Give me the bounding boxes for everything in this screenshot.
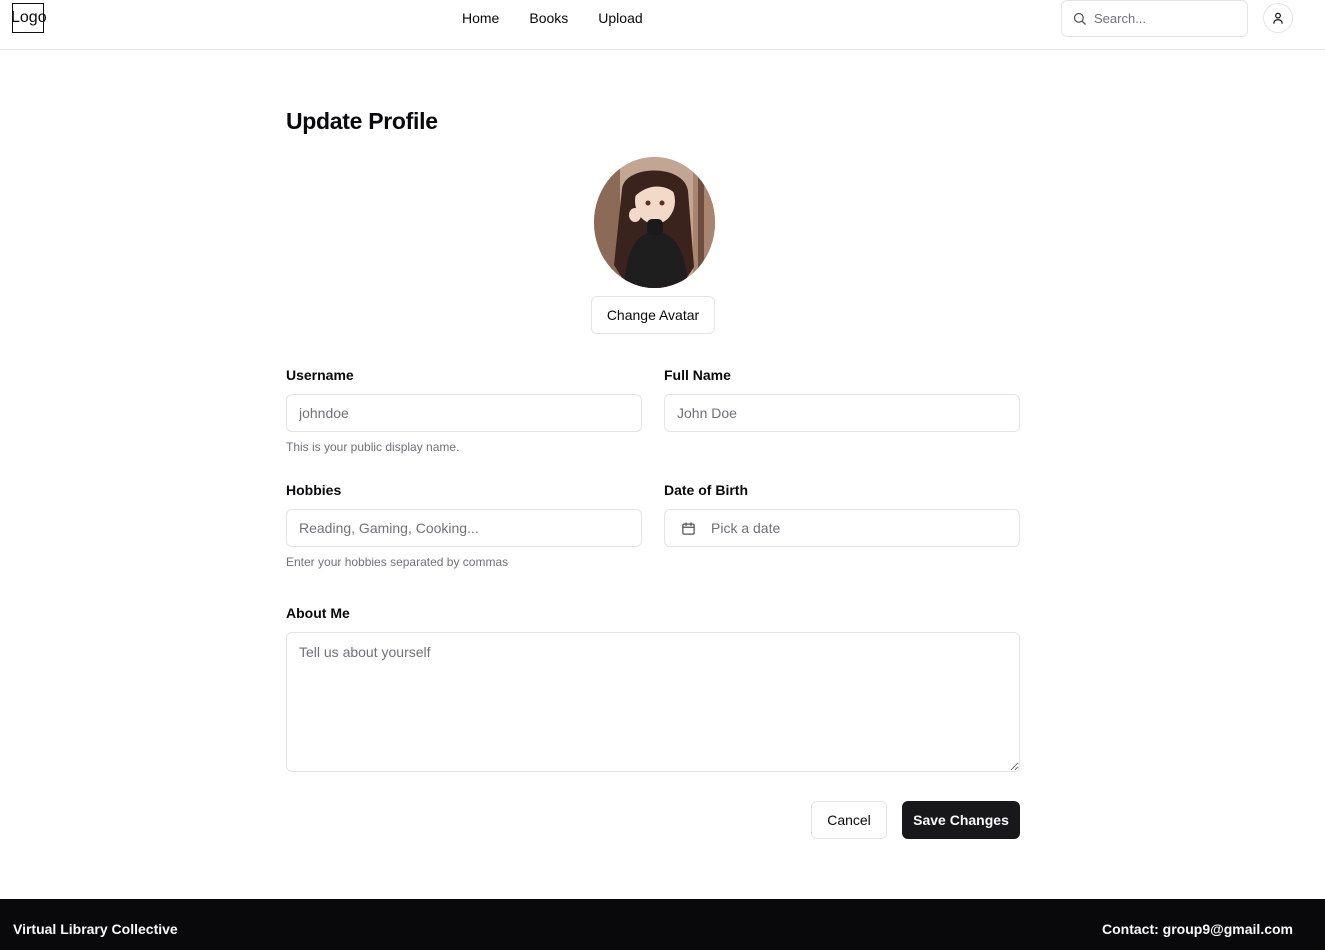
hobbies-input[interactable] bbox=[286, 509, 642, 547]
hobbies-label: Hobbies bbox=[286, 482, 342, 498]
user-icon bbox=[1273, 12, 1283, 24]
avatar bbox=[594, 157, 715, 288]
save-changes-button[interactable]: Save Changes bbox=[902, 801, 1020, 839]
page-title: Update Profile bbox=[286, 108, 438, 134]
full-name-label: Full Name bbox=[664, 367, 731, 383]
search-icon bbox=[1073, 12, 1086, 25]
nav-upload-link[interactable]: Upload bbox=[583, 10, 657, 26]
nav-home-link[interactable]: Home bbox=[447, 10, 514, 26]
full-name-input[interactable] bbox=[664, 394, 1020, 432]
hobbies-help-text: Enter your hobbies separated by commas bbox=[286, 555, 509, 569]
search-input[interactable] bbox=[1094, 11, 1234, 26]
footer-brand: Virtual Library Collective bbox=[13, 921, 178, 937]
avatar-image bbox=[594, 157, 715, 288]
change-avatar-button[interactable]: Change Avatar bbox=[591, 296, 715, 334]
footer: Virtual Library Collective Contact: grou… bbox=[0, 899, 1325, 950]
footer-contact[interactable]: Contact: group9@gmail.com bbox=[1102, 921, 1293, 937]
username-label: Username bbox=[286, 367, 354, 383]
nav-books-link[interactable]: Books bbox=[514, 10, 583, 26]
about-me-label: About Me bbox=[286, 605, 350, 621]
user-menu-button[interactable] bbox=[1263, 3, 1293, 33]
username-help-text: This is your public display name. bbox=[286, 440, 460, 454]
dob-date-picker-button[interactable]: Pick a date bbox=[664, 509, 1020, 547]
search-box[interactable] bbox=[1061, 0, 1248, 37]
username-input[interactable] bbox=[286, 394, 642, 432]
calendar-icon bbox=[682, 521, 695, 535]
about-me-textarea[interactable] bbox=[286, 632, 1020, 772]
cancel-button[interactable]: Cancel bbox=[811, 801, 887, 839]
logo[interactable]: Logo bbox=[11, 3, 47, 33]
main-nav: Home Books Upload bbox=[447, 0, 658, 36]
top-navbar: Logo Home Books Upload bbox=[0, 0, 1325, 50]
dob-label: Date of Birth bbox=[664, 482, 748, 498]
dob-placeholder: Pick a date bbox=[711, 520, 781, 536]
